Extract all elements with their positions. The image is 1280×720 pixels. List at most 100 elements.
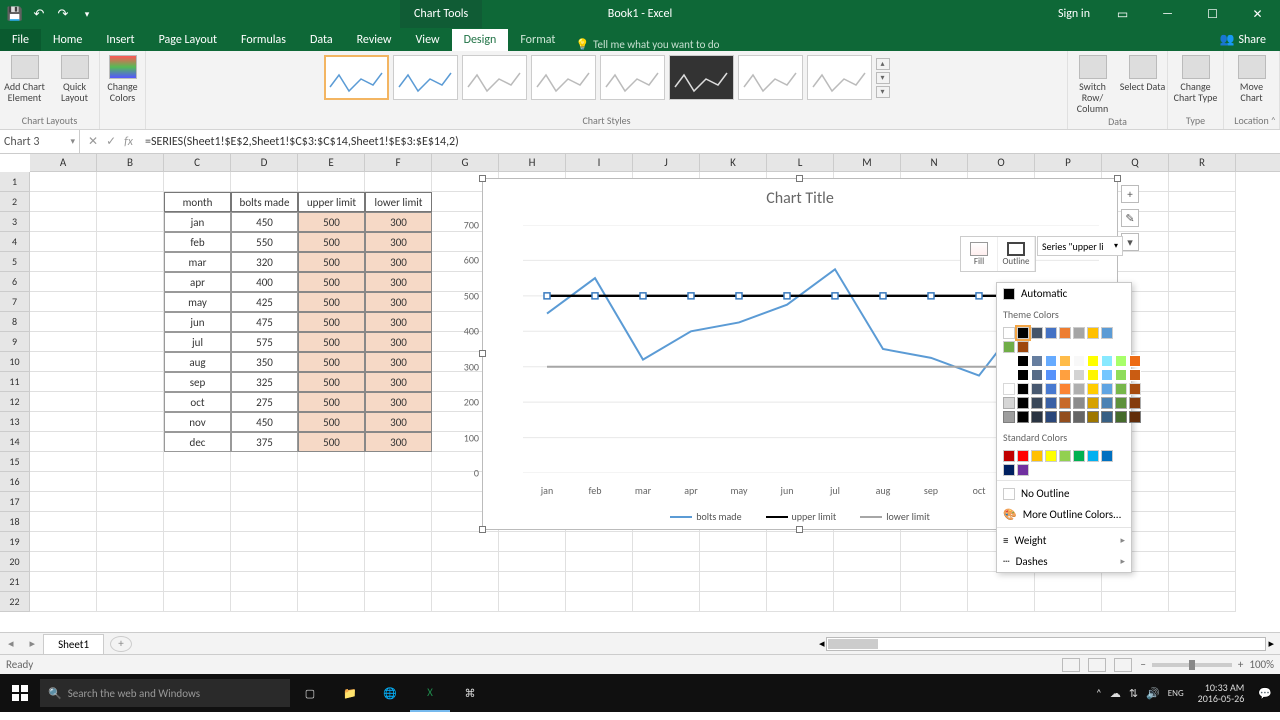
cell[interactable]: [1169, 432, 1236, 452]
language-icon[interactable]: ENG: [1168, 688, 1184, 699]
cell[interactable]: [1169, 572, 1236, 592]
cell[interactable]: [97, 272, 164, 292]
cell[interactable]: [97, 512, 164, 532]
tint-swatch[interactable]: [1003, 397, 1015, 409]
chart-style-8[interactable]: [807, 55, 872, 100]
cell[interactable]: [499, 572, 566, 592]
tint-swatch[interactable]: [1129, 411, 1141, 423]
tint-swatch[interactable]: [1101, 369, 1113, 381]
cell[interactable]: [1035, 592, 1102, 612]
cell[interactable]: [298, 592, 365, 612]
row-header-13[interactable]: 13: [0, 412, 29, 432]
standard-color-swatch[interactable]: [1101, 450, 1113, 462]
tint-swatch[interactable]: [1101, 383, 1113, 395]
cell[interactable]: [633, 552, 700, 572]
cell[interactable]: [499, 532, 566, 552]
tint-swatch[interactable]: [1115, 411, 1127, 423]
chart-style-7[interactable]: [738, 55, 803, 100]
name-box[interactable]: Chart 3 ▾: [0, 130, 80, 153]
cell[interactable]: [30, 512, 97, 532]
cell[interactable]: [30, 332, 97, 352]
cell[interactable]: [231, 512, 298, 532]
cell[interactable]: [97, 572, 164, 592]
cell[interactable]: [231, 452, 298, 472]
cell[interactable]: [1169, 352, 1236, 372]
tab-file[interactable]: File: [0, 29, 41, 51]
series-selector[interactable]: Series "upper li ▾: [1037, 236, 1123, 256]
tab-page-layout[interactable]: Page Layout: [147, 29, 229, 51]
cell[interactable]: [834, 592, 901, 612]
cell[interactable]: 450: [231, 212, 298, 232]
cell[interactable]: dec: [164, 432, 231, 452]
cell[interactable]: [566, 532, 633, 552]
cell[interactable]: [432, 572, 499, 592]
row-header-22[interactable]: 22: [0, 592, 29, 612]
tint-swatch[interactable]: [1101, 397, 1113, 409]
cell[interactable]: [30, 372, 97, 392]
cell[interactable]: [365, 532, 432, 552]
tint-swatch[interactable]: [1059, 411, 1071, 423]
row-header-21[interactable]: 21: [0, 572, 29, 592]
change-chart-type-button[interactable]: Change Chart Type: [1173, 55, 1219, 103]
tint-swatch[interactable]: [1101, 411, 1113, 423]
cell[interactable]: [700, 532, 767, 552]
cell[interactable]: [1169, 232, 1236, 252]
cell[interactable]: jan: [164, 212, 231, 232]
row-header-4[interactable]: 4: [0, 232, 29, 252]
cell[interactable]: [968, 572, 1035, 592]
tint-swatch[interactable]: [1017, 411, 1029, 423]
dashes-submenu[interactable]: ┄Dashes▸: [997, 551, 1131, 572]
cell[interactable]: [1102, 572, 1169, 592]
standard-color-swatch[interactable]: [1073, 450, 1085, 462]
chart-handle[interactable]: [479, 175, 486, 182]
tab-design[interactable]: Design: [452, 29, 509, 51]
chart-styles-gallery[interactable]: ▴ ▾ ▾: [320, 55, 894, 100]
cell[interactable]: [566, 572, 633, 592]
cell[interactable]: [1169, 552, 1236, 572]
cell[interactable]: 300: [365, 352, 432, 372]
cell[interactable]: [432, 532, 499, 552]
cell[interactable]: [30, 392, 97, 412]
fill-button[interactable]: Fill: [961, 237, 998, 271]
cell[interactable]: [1169, 272, 1236, 292]
chart-style-1[interactable]: [324, 55, 389, 100]
cell[interactable]: jul: [164, 332, 231, 352]
tint-swatch[interactable]: [1003, 355, 1015, 367]
more-outline-colors[interactable]: 🎨More Outline Colors...: [997, 504, 1131, 525]
tint-swatch[interactable]: [1073, 369, 1085, 381]
cell[interactable]: [164, 472, 231, 492]
weight-submenu[interactable]: ≡Weight▸: [997, 530, 1131, 551]
cell[interactable]: [298, 532, 365, 552]
cell[interactable]: [97, 432, 164, 452]
standard-color-swatch[interactable]: [1003, 464, 1015, 476]
worksheet-grid[interactable]: ABCDEFGHIJKLMNOPQR 123456789101112131415…: [0, 154, 1280, 632]
theme-color-swatch[interactable]: [1017, 327, 1029, 339]
cell[interactable]: [231, 592, 298, 612]
cell[interactable]: [1102, 592, 1169, 612]
redo-icon[interactable]: ↷: [54, 5, 72, 23]
cell[interactable]: [1035, 572, 1102, 592]
chart-style-5[interactable]: [600, 55, 665, 100]
column-header-I[interactable]: I: [566, 154, 633, 171]
column-header-N[interactable]: N: [901, 154, 968, 171]
cell[interactable]: [365, 472, 432, 492]
horizontal-scrollbar[interactable]: [826, 637, 1266, 651]
ribbon-options-icon[interactable]: ▭: [1100, 0, 1145, 28]
row-header-15[interactable]: 15: [0, 452, 29, 472]
tint-swatch[interactable]: [1115, 355, 1127, 367]
cell[interactable]: 300: [365, 312, 432, 332]
cell[interactable]: feb: [164, 232, 231, 252]
cell[interactable]: [30, 292, 97, 312]
column-header-G[interactable]: G: [432, 154, 499, 171]
cell[interactable]: [231, 492, 298, 512]
cell[interactable]: [30, 412, 97, 432]
cell[interactable]: 325: [231, 372, 298, 392]
column-header-O[interactable]: O: [968, 154, 1035, 171]
tint-swatch[interactable]: [1017, 355, 1029, 367]
cell[interactable]: [30, 592, 97, 612]
cell[interactable]: [30, 432, 97, 452]
cell[interactable]: mar: [164, 252, 231, 272]
tint-swatch[interactable]: [1045, 355, 1057, 367]
cell[interactable]: 500: [298, 212, 365, 232]
onedrive-icon[interactable]: ☁: [1110, 687, 1121, 700]
